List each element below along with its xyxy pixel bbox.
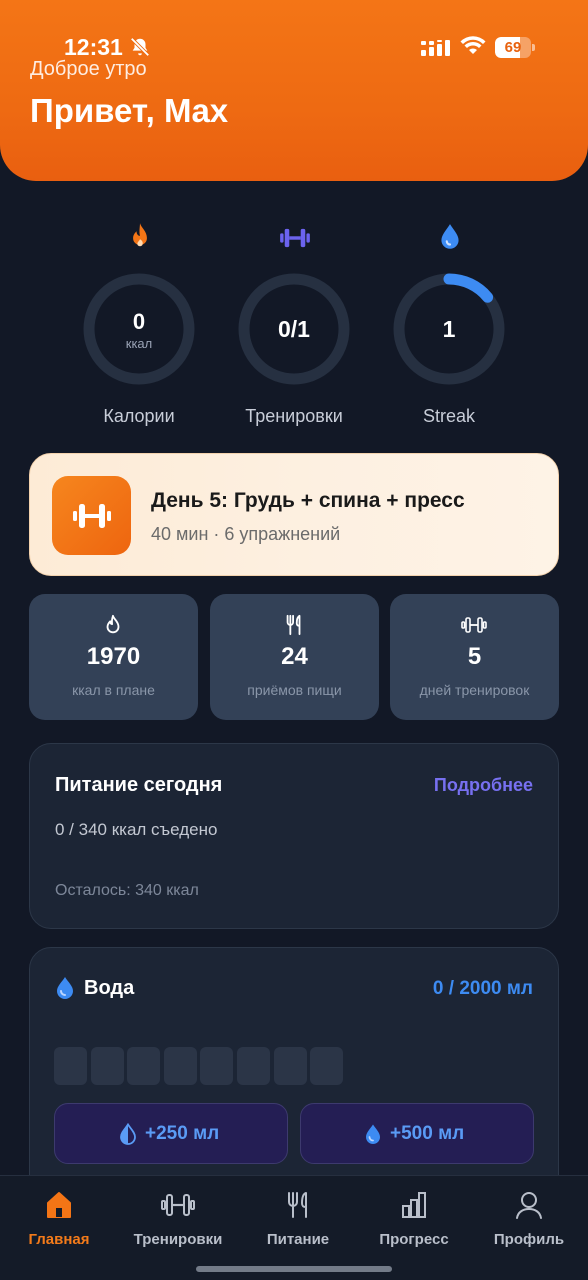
add-500ml-label: +500 мл: [390, 1123, 465, 1144]
nav-profile[interactable]: Профиль: [470, 1176, 588, 1256]
water-glass[interactable]: [200, 1047, 234, 1085]
dumbbell-icon: [461, 617, 487, 633]
nutrition-title: Питание сегодня: [55, 774, 223, 796]
bar-chart-icon: [402, 1192, 426, 1218]
nav-label: Профиль: [493, 1231, 565, 1248]
fork-knife-icon: [288, 1192, 307, 1218]
stat-label: дней тренировок: [419, 682, 530, 698]
nav-label: Прогресс: [379, 1231, 449, 1248]
water-card: Вода 0 / 2000 мл +250 мл +500 мл: [29, 947, 559, 1207]
header: 12:31 69 Доброе утро Привет, Max: [0, 0, 588, 181]
water-glass[interactable]: [273, 1047, 307, 1085]
half-drop-icon: [120, 1123, 136, 1145]
stat-value: 24: [281, 643, 308, 670]
nav-label: Тренировки: [133, 1231, 223, 1248]
water-glass[interactable]: [163, 1047, 197, 1085]
water-glass[interactable]: [237, 1047, 270, 1085]
add-250ml-label: +250 мл: [145, 1123, 220, 1144]
drop-icon: [57, 977, 73, 999]
battery-indicator: 69: [495, 37, 535, 58]
nutrition-card: Питание сегодня Подробнее 0 / 340 ккал с…: [29, 743, 559, 929]
water-glass[interactable]: [54, 1047, 87, 1085]
calories-label: Калории: [103, 406, 175, 426]
calories-value: 0: [132, 309, 146, 334]
nutrition-eaten: 0 / 340 ккал съедено: [55, 820, 218, 839]
water-glass[interactable]: [90, 1047, 124, 1085]
nav-nutrition[interactable]: Питание: [239, 1176, 357, 1256]
nav-label: Питание: [266, 1231, 330, 1248]
user-icon: [516, 1192, 542, 1219]
drop-icon: [441, 224, 459, 249]
today-workout-card[interactable]: День 5: Грудь + спина + пресс 40 мин · 6…: [29, 453, 559, 576]
stat-tile-workout-days: 5 дней тренировок: [390, 594, 559, 720]
add-250ml-button[interactable]: +250 мл: [54, 1103, 288, 1164]
streak-ring[interactable]: 1 Streak: [374, 222, 524, 432]
dumbbell-icon: [73, 504, 111, 528]
bottom-nav: Главная Тренировки Питание Прогресс Проф…: [0, 1175, 588, 1280]
nav-progress[interactable]: Прогресс: [355, 1176, 473, 1256]
stat-tile-meals: 24 приёмов пищи: [210, 594, 379, 720]
home-indicator: [196, 1266, 392, 1272]
fork-knife-icon: [286, 614, 301, 636]
home-icon: [47, 1192, 71, 1218]
bell-off-icon: [130, 37, 150, 57]
stat-value: 5: [467, 643, 482, 670]
dumbbell-icon: [161, 1194, 195, 1216]
workouts-label: Тренировки: [245, 406, 343, 426]
nutrition-remaining: Осталось: 340 ккал: [55, 882, 199, 899]
stat-value: 1970: [86, 643, 141, 670]
streak-label: Streak: [422, 406, 476, 426]
workouts-ring[interactable]: 0/1 Тренировки: [219, 222, 369, 432]
calories-ring[interactable]: 0 ккал Калории: [64, 222, 214, 432]
add-500ml-button[interactable]: +500 мл: [300, 1103, 534, 1164]
nav-home[interactable]: Главная: [0, 1176, 118, 1256]
nav-workouts[interactable]: Тренировки: [119, 1176, 237, 1256]
workout-icon-box: [52, 476, 131, 555]
workout-subtitle: 40 мин · 6 упражнений: [151, 524, 341, 544]
water-title: Вода: [84, 977, 135, 999]
page-title: Привет, Max: [30, 92, 229, 129]
battery-percent: 69: [504, 39, 522, 56]
flame-icon: [133, 223, 147, 247]
stat-tile-calories: 1970 ккал в плане: [29, 594, 198, 720]
greeting-subtitle: Доброе утро: [30, 58, 147, 80]
water-glass[interactable]: [127, 1047, 161, 1085]
calories-unit: ккал: [125, 336, 153, 351]
workout-title: День 5: Грудь + спина + пресс: [151, 489, 465, 512]
wifi-icon: [460, 36, 486, 54]
nav-label: Главная: [28, 1231, 90, 1248]
stat-label: ккал в плане: [72, 682, 155, 698]
water-amount: 0 / 2000 мл: [432, 978, 533, 999]
dumbbell-icon: [280, 228, 310, 248]
drop-icon: [366, 1124, 380, 1144]
flame-icon: [106, 614, 120, 634]
streak-value: 1: [442, 316, 456, 342]
stat-label: приёмов пищи: [247, 682, 342, 698]
nutrition-details-link[interactable]: Подробнее: [434, 775, 533, 796]
workouts-value: 0/1: [278, 316, 310, 342]
status-time: 12:31: [64, 34, 123, 60]
signal-icon: [421, 40, 450, 56]
water-glass[interactable]: [310, 1047, 344, 1085]
